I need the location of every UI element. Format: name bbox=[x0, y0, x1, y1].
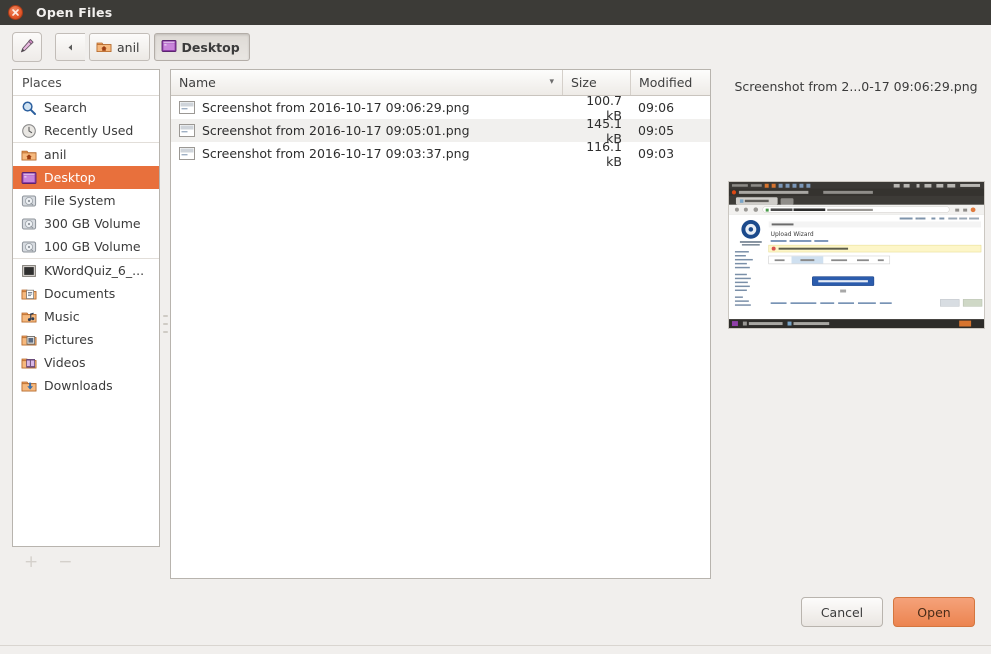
dialog-footer: Cancel Open bbox=[0, 579, 991, 645]
file-name-cell: Screenshot from 2016-10-17 09:03:37.png bbox=[171, 146, 562, 161]
disc-icon bbox=[21, 263, 37, 279]
pictures-folder-icon bbox=[21, 332, 37, 348]
places-item-recently-used[interactable]: Recently Used bbox=[13, 119, 159, 142]
places-item-downloads[interactable]: Downloads bbox=[13, 374, 159, 397]
places-panel: Places Search Recently Used anil Desktop Fil… bbox=[12, 69, 160, 547]
places-header: Places bbox=[13, 70, 159, 96]
places-item-videos[interactable]: Videos bbox=[13, 351, 159, 374]
pane-splitter[interactable] bbox=[160, 69, 170, 579]
preview-filename: Screenshot from 2...0-17 09:06:29.png bbox=[734, 79, 978, 94]
videos-folder-icon bbox=[21, 355, 37, 371]
breadcrumb-item-desktop[interactable]: Desktop bbox=[153, 33, 250, 61]
window-titlebar: Open Files bbox=[0, 0, 991, 25]
breadcrumb-label: Desktop bbox=[181, 39, 240, 55]
pencil-icon bbox=[18, 37, 36, 58]
places-item-label: KWordQuiz_6_... bbox=[44, 263, 145, 278]
chevron-left-icon bbox=[66, 40, 75, 55]
window-bottom-rule bbox=[0, 645, 991, 646]
places-item-kwordquiz-6[interactable]: KWordQuiz_6_... bbox=[13, 258, 159, 282]
column-header-modified-label: Modified bbox=[639, 75, 693, 90]
file-row[interactable]: Screenshot from 2016-10-17 09:03:37.png 1… bbox=[171, 139, 710, 169]
places-item-anil[interactable]: anil bbox=[13, 142, 159, 166]
places-item-desktop[interactable]: Desktop bbox=[13, 166, 159, 189]
places-item-file-system[interactable]: File System bbox=[13, 189, 159, 212]
downloads-folder-icon bbox=[21, 378, 37, 394]
desktop-icon bbox=[21, 170, 37, 186]
remove-bookmark-button[interactable]: − bbox=[58, 552, 72, 572]
search-icon bbox=[21, 100, 37, 116]
places-item-100-gb-volume[interactable]: 100 GB Volume bbox=[13, 235, 159, 258]
file-modified-cell: 09:06 bbox=[638, 100, 675, 115]
places-item-label: Downloads bbox=[44, 378, 113, 393]
places-column: Places Search Recently Used anil Desktop Fil… bbox=[12, 69, 160, 579]
documents-folder-icon bbox=[21, 286, 37, 302]
file-modified-cell: 09:05 bbox=[638, 123, 675, 138]
harddisk-icon bbox=[21, 216, 37, 232]
file-modified-cell: 09:03 bbox=[638, 146, 675, 161]
desktop-icon bbox=[161, 38, 177, 57]
places-item-label: Recently Used bbox=[44, 123, 134, 138]
places-item-pictures[interactable]: Pictures bbox=[13, 328, 159, 351]
places-list: Search Recently Used anil Desktop File Syste… bbox=[13, 96, 159, 397]
back-button[interactable] bbox=[55, 33, 85, 61]
close-icon[interactable] bbox=[8, 5, 23, 20]
places-item-label: Videos bbox=[44, 355, 86, 370]
file-name-cell: Screenshot from 2016-10-17 09:05:01.png bbox=[171, 123, 562, 138]
add-bookmark-button[interactable]: + bbox=[24, 552, 38, 572]
file-list-header: Name ▾ Size Modified bbox=[171, 70, 710, 96]
file-list-rows: Screenshot from 2016-10-17 09:06:29.png 1… bbox=[171, 93, 710, 169]
dialog-body: Places Search Recently Used anil Desktop Fil… bbox=[0, 69, 991, 579]
places-item-label: Music bbox=[44, 309, 80, 324]
places-item-label: Desktop bbox=[44, 170, 96, 185]
column-header-size[interactable]: Size bbox=[562, 70, 630, 95]
clock-icon bbox=[21, 123, 37, 139]
places-item-documents[interactable]: Documents bbox=[13, 282, 159, 305]
places-item-label: anil bbox=[44, 147, 67, 162]
places-item-label: 100 GB Volume bbox=[44, 239, 141, 254]
column-header-name-label: Name bbox=[179, 75, 216, 90]
preview-thumbnail: Upload Wizard bbox=[727, 181, 985, 329]
places-item-label: Documents bbox=[44, 286, 116, 301]
music-folder-icon bbox=[21, 309, 37, 325]
image-file-icon bbox=[179, 147, 195, 160]
places-footer: + − bbox=[12, 547, 160, 577]
file-name-label: Screenshot from 2016-10-17 09:05:01.png bbox=[202, 123, 470, 138]
harddisk-icon bbox=[21, 239, 37, 255]
column-header-size-label: Size bbox=[571, 75, 597, 90]
file-list-panel: Name ▾ Size Modified Screenshot from 201… bbox=[170, 69, 711, 579]
places-item-300-gb-volume[interactable]: 300 GB Volume bbox=[13, 212, 159, 235]
svg-text:Upload Wizard: Upload Wizard bbox=[770, 231, 813, 238]
home-folder-icon bbox=[96, 38, 112, 57]
file-name-label: Screenshot from 2016-10-17 09:06:29.png bbox=[202, 100, 470, 115]
places-item-label: File System bbox=[44, 193, 116, 208]
column-header-name[interactable]: Name ▾ bbox=[171, 70, 562, 95]
breadcrumb-label: anil bbox=[117, 39, 140, 55]
places-item-label: Pictures bbox=[44, 332, 94, 347]
home-folder-icon bbox=[21, 147, 37, 163]
breadcrumb: anil Desktop bbox=[85, 33, 250, 61]
file-size-cell: 116.1 kB bbox=[586, 138, 622, 169]
column-header-modified[interactable]: Modified bbox=[630, 70, 710, 95]
window-title: Open Files bbox=[36, 5, 113, 20]
upload-wizard-browser-screenshot-icon: Upload Wizard bbox=[728, 182, 984, 328]
type-path-button[interactable] bbox=[12, 32, 42, 62]
image-file-icon bbox=[179, 124, 195, 137]
preview-pane: Screenshot from 2...0-17 09:06:29.png Up… bbox=[711, 69, 991, 579]
breadcrumb-item-anil[interactable]: anil bbox=[89, 33, 150, 61]
harddisk-icon bbox=[21, 193, 37, 209]
file-name-cell: Screenshot from 2016-10-17 09:06:29.png bbox=[171, 100, 562, 115]
places-item-search[interactable]: Search bbox=[13, 96, 159, 119]
sort-descending-icon: ▾ bbox=[549, 77, 554, 87]
cancel-button[interactable]: Cancel bbox=[801, 597, 883, 627]
file-name-label: Screenshot from 2016-10-17 09:03:37.png bbox=[202, 146, 470, 161]
splitter-grip-icon bbox=[162, 315, 168, 333]
places-item-label: 300 GB Volume bbox=[44, 216, 141, 231]
image-file-icon bbox=[179, 101, 195, 114]
places-item-music[interactable]: Music bbox=[13, 305, 159, 328]
places-item-label: Search bbox=[44, 100, 87, 115]
location-toolbar: anil Desktop bbox=[0, 25, 991, 69]
open-button[interactable]: Open bbox=[893, 597, 975, 627]
